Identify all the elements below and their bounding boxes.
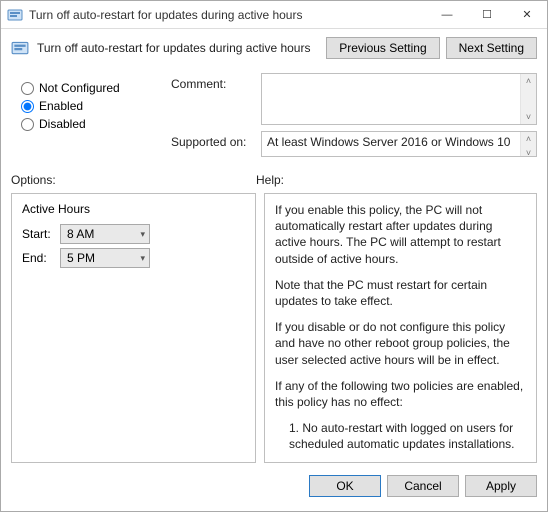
- end-value: 5 PM: [67, 251, 95, 265]
- maximize-button[interactable]: ☐: [467, 1, 507, 28]
- help-text: If you disable or do not configure this …: [275, 319, 526, 368]
- options-panel: Active Hours Start: 8 AM ▾ End: 5 PM ▾: [11, 193, 256, 463]
- chevron-down-icon: ▾: [140, 229, 145, 240]
- start-value: 8 AM: [67, 227, 94, 241]
- help-text: 2. Always automatically restart at sched…: [275, 462, 526, 463]
- start-label: Start:: [22, 227, 60, 241]
- not-configured-radio[interactable]: [21, 82, 34, 95]
- help-panel: If you enable this policy, the PC will n…: [264, 193, 537, 463]
- disabled-label: Disabled: [39, 117, 86, 131]
- start-combo[interactable]: 8 AM ▾: [60, 224, 150, 244]
- comment-label: Comment:: [171, 73, 261, 91]
- window-title: Turn off auto-restart for updates during…: [29, 8, 427, 22]
- next-setting-button[interactable]: Next Setting: [446, 37, 537, 59]
- policy-title: Turn off auto-restart for updates during…: [37, 41, 326, 55]
- help-text: 1. No auto-restart with logged on users …: [275, 420, 526, 452]
- enabled-radio[interactable]: [21, 100, 34, 113]
- end-combo[interactable]: 5 PM ▾: [60, 248, 150, 268]
- close-button[interactable]: ✕: [507, 1, 547, 28]
- enabled-label: Enabled: [39, 99, 83, 113]
- ok-button[interactable]: OK: [309, 475, 381, 497]
- chevron-down-icon: ▾: [140, 253, 145, 264]
- supported-on-field: At least Windows Server 2016 or Windows …: [261, 131, 537, 157]
- policy-icon: [7, 7, 23, 23]
- comment-textarea[interactable]: ˄˅: [261, 73, 537, 125]
- supported-on-value: At least Windows Server 2016 or Windows …: [262, 132, 536, 152]
- cancel-button[interactable]: Cancel: [387, 475, 459, 497]
- minimize-button[interactable]: —: [427, 1, 467, 28]
- apply-button[interactable]: Apply: [465, 475, 537, 497]
- scrollbar[interactable]: ˄˅: [520, 74, 536, 124]
- previous-setting-button[interactable]: Previous Setting: [326, 37, 439, 59]
- disabled-radio[interactable]: [21, 118, 34, 131]
- header: Turn off auto-restart for updates during…: [1, 29, 547, 69]
- help-text: Note that the PC must restart for certai…: [275, 277, 526, 309]
- policy-icon: [11, 39, 29, 57]
- help-text: If you enable this policy, the PC will n…: [275, 202, 526, 267]
- not-configured-label: Not Configured: [39, 81, 120, 95]
- end-label: End:: [22, 251, 60, 265]
- active-hours-title: Active Hours: [22, 202, 245, 216]
- help-text: If any of the following two policies are…: [275, 378, 526, 410]
- options-section-label: Options:: [11, 173, 256, 187]
- config-area: Not Configured Enabled Disabled Comment:…: [1, 69, 547, 163]
- footer: OK Cancel Apply: [1, 469, 547, 503]
- scrollbar[interactable]: ˄˅: [520, 132, 536, 156]
- help-section-label: Help:: [256, 173, 537, 187]
- supported-on-label: Supported on:: [171, 131, 261, 149]
- titlebar: Turn off auto-restart for updates during…: [1, 1, 547, 29]
